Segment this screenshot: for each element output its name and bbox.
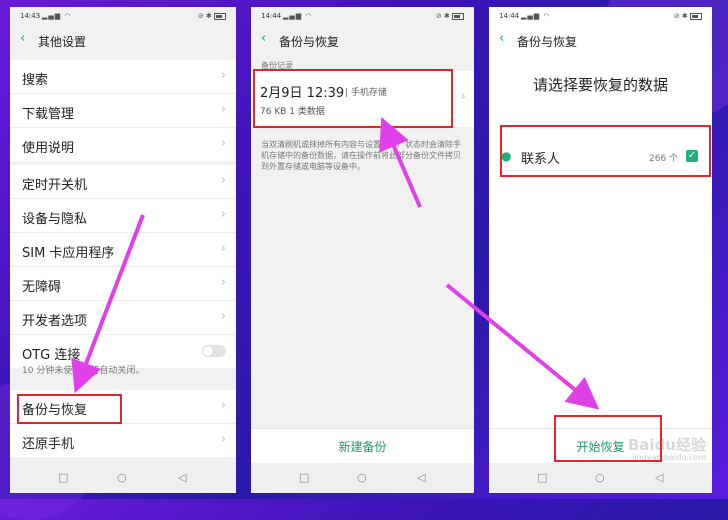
chevron-right-icon: › bbox=[220, 136, 226, 151]
new-backup-button[interactable]: 新建备份 bbox=[251, 438, 474, 455]
page-title: 备份与恢复 bbox=[279, 35, 340, 49]
battery-icon: ⊘ ✱ bbox=[436, 12, 464, 20]
signal-icon: ▂▄▆ ◠ bbox=[521, 12, 551, 20]
otg-note: 10 分钟未使用，将自动关闭。 bbox=[22, 366, 145, 376]
chevron-right-icon: › bbox=[220, 68, 226, 83]
status-time: 14:44 bbox=[261, 12, 282, 20]
status-bar: 14:43 ▂▄▆ ◠ ⊘ ✱ bbox=[10, 7, 236, 25]
signal-icon: ▂▄▆ ◠ bbox=[42, 12, 72, 20]
recent-apps-icon[interactable]: □ bbox=[537, 471, 547, 484]
chevron-right-icon: › bbox=[220, 275, 226, 290]
setting-download[interactable]: 下载管理 › bbox=[10, 94, 236, 128]
status-time: 14:43 bbox=[20, 12, 41, 20]
settings-group-2: 定时开关机 › 设备与隐私 › SIM 卡应用程序 › 无障碍 › 开发者选项 › OTG… bbox=[10, 165, 236, 368]
home-icon[interactable]: ○ bbox=[117, 471, 127, 484]
highlight-backup-restore bbox=[17, 394, 122, 424]
settings-group-1: 搜索 › 下载管理 › 使用说明 › bbox=[10, 60, 236, 161]
chevron-right-icon: › bbox=[460, 89, 466, 104]
setting-schedule-power[interactable]: 定时开关机 › bbox=[10, 165, 236, 199]
highlight-start-restore bbox=[554, 415, 662, 462]
chevron-right-icon: › bbox=[220, 102, 226, 117]
home-icon[interactable]: ○ bbox=[595, 471, 605, 484]
status-bar: 14:44 ▂▄▆ ◠ ⊘ ✱ bbox=[251, 7, 474, 25]
back-icon[interactable]: ‹ bbox=[20, 31, 25, 46]
setting-otg[interactable]: OTG 连接 bbox=[10, 335, 236, 368]
highlight-contacts bbox=[500, 125, 711, 177]
setting-reset-phone[interactable]: 还原手机 › bbox=[10, 424, 236, 457]
back-nav-icon[interactable]: ◁ bbox=[178, 471, 186, 484]
highlight-backup-record bbox=[253, 69, 453, 128]
battery-icon: ⊘ ✱ bbox=[198, 12, 226, 20]
back-nav-icon[interactable]: ◁ bbox=[655, 471, 663, 484]
back-icon[interactable]: ‹ bbox=[261, 31, 266, 46]
signal-icon: ▂▄▆ ◠ bbox=[283, 12, 313, 20]
status-time: 14:44 bbox=[499, 12, 520, 20]
nav-bar: □ ○ ◁ bbox=[251, 463, 474, 493]
page-title: 其他设置 bbox=[38, 35, 87, 49]
recent-apps-icon[interactable]: □ bbox=[299, 471, 309, 484]
title-bar: ‹ 备份与恢复 bbox=[489, 25, 712, 55]
new-backup-bar: 新建备份 bbox=[251, 428, 474, 463]
setting-search[interactable]: 搜索 › bbox=[10, 60, 236, 94]
restore-heading: 请选择要恢复的数据 bbox=[532, 76, 668, 94]
recent-apps-icon[interactable]: □ bbox=[58, 471, 68, 484]
chevron-right-icon: › bbox=[220, 173, 226, 188]
title-bar: ‹ 其他设置 bbox=[10, 25, 236, 55]
back-icon[interactable]: ‹ bbox=[499, 31, 504, 46]
setting-manual[interactable]: 使用说明 › bbox=[10, 128, 236, 161]
chevron-right-icon: › bbox=[220, 241, 226, 256]
setting-device-privacy[interactable]: 设备与隐私 › bbox=[10, 199, 236, 233]
battery-icon: ⊘ ✱ bbox=[674, 12, 702, 20]
chevron-right-icon: › bbox=[220, 398, 226, 413]
setting-developer[interactable]: 开发者选项 › bbox=[10, 301, 236, 335]
nav-bar: □ ○ ◁ bbox=[489, 463, 712, 493]
chevron-right-icon: › bbox=[220, 309, 226, 324]
nav-bar: □ ○ ◁ bbox=[10, 463, 236, 493]
otg-toggle[interactable] bbox=[202, 345, 226, 357]
home-icon[interactable]: ○ bbox=[357, 471, 367, 484]
backup-warning: 当双清刷机或抹掉所有内容与设置到出厂状态时会清除手机存储中的备份数据，请在操作前… bbox=[261, 140, 461, 171]
back-nav-icon[interactable]: ◁ bbox=[417, 471, 425, 484]
page-title: 备份与恢复 bbox=[517, 35, 578, 49]
chevron-right-icon: › bbox=[220, 207, 226, 222]
setting-accessibility[interactable]: 无障碍 › bbox=[10, 267, 236, 301]
title-bar: ‹ 备份与恢复 bbox=[251, 25, 474, 55]
status-bar: 14:44 ▂▄▆ ◠ ⊘ ✱ bbox=[489, 7, 712, 25]
chevron-right-icon: › bbox=[220, 432, 226, 447]
setting-sim-apps[interactable]: SIM 卡应用程序 › bbox=[10, 233, 236, 267]
